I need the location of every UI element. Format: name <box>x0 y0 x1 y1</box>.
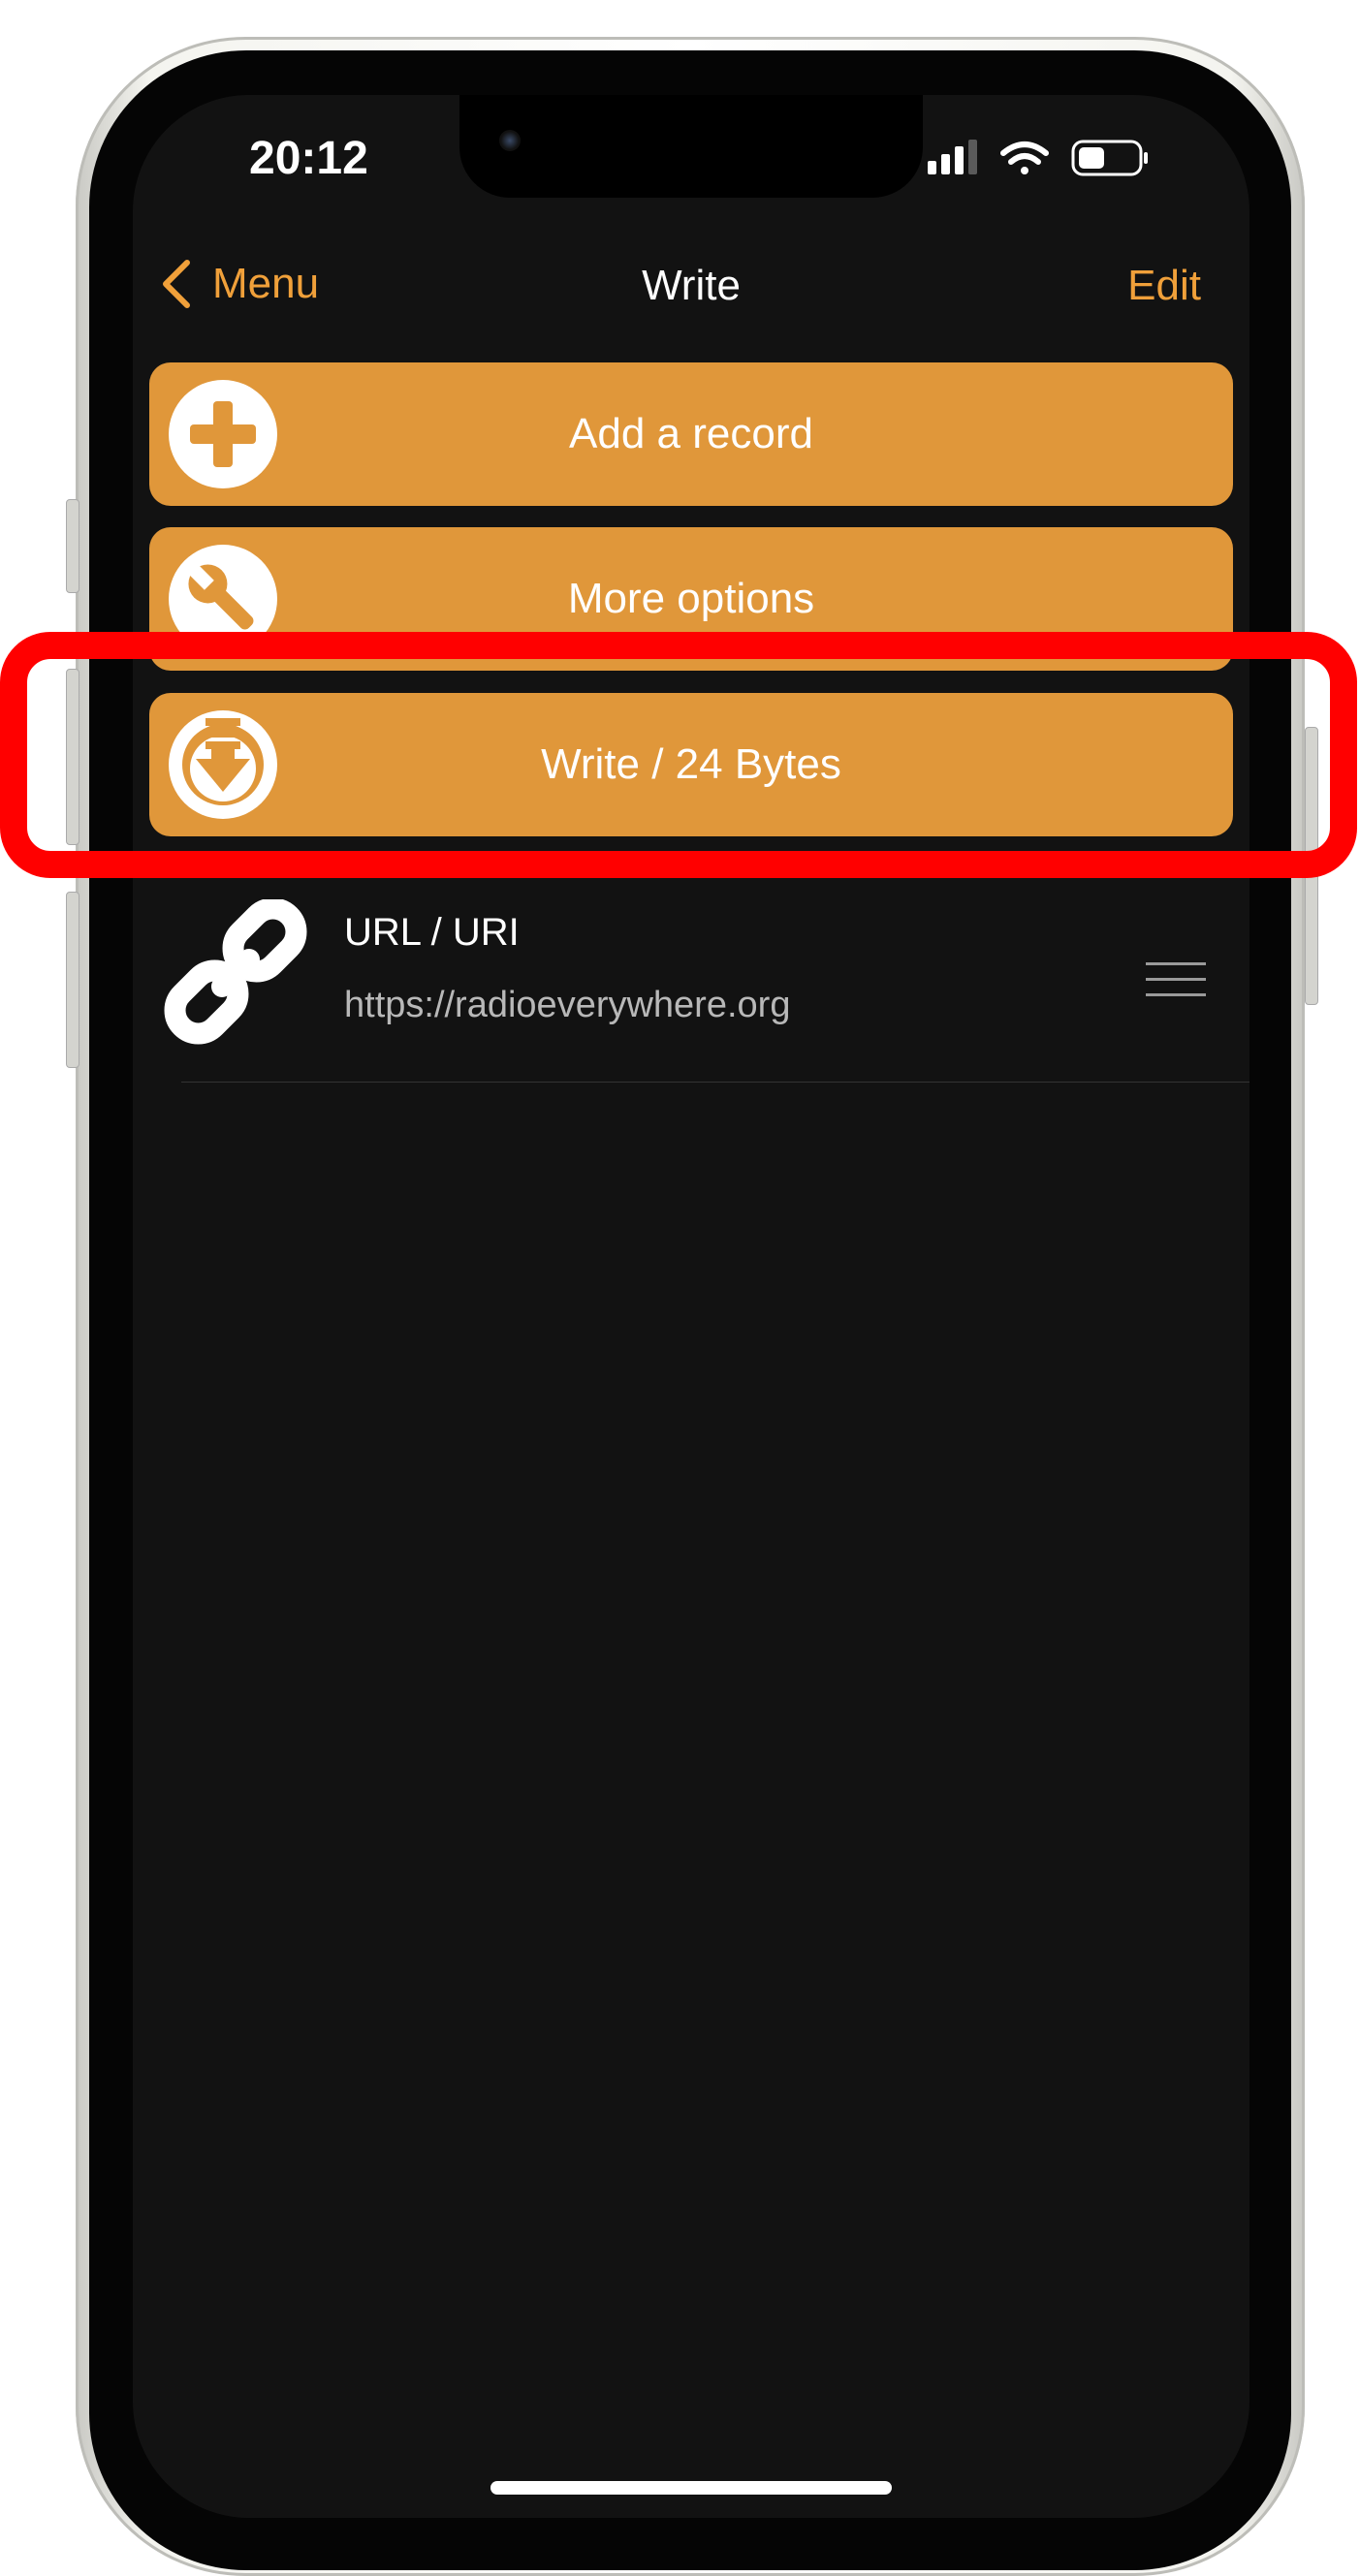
status-time: 20:12 <box>249 133 368 184</box>
link-icon <box>164 899 307 1045</box>
notch <box>459 95 923 198</box>
reorder-handle-icon[interactable] <box>1146 960 1206 999</box>
edit-button[interactable]: Edit <box>1127 262 1201 310</box>
page-title: Write <box>642 262 741 309</box>
volume-up-button <box>66 669 79 845</box>
wifi-icon <box>1000 141 1049 174</box>
app-screen: 20:12 Menu Write Edit Add a record More … <box>133 95 1249 2518</box>
more-options-button[interactable]: More options <box>149 527 1233 671</box>
record-row[interactable]: URL / URI https://radioeverywhere.org <box>133 890 1249 1054</box>
record-value: https://radioeverywhere.org <box>344 985 791 1025</box>
record-divider <box>181 1082 1249 1083</box>
more-options-label: More options <box>567 575 815 622</box>
volume-down-button <box>66 892 79 1068</box>
write-button[interactable]: Write / 24 Bytes <box>149 693 1233 836</box>
home-indicator[interactable] <box>490 2481 892 2495</box>
cellular-signal-icon <box>928 140 977 174</box>
record-type: URL / URI <box>344 911 520 954</box>
battery-icon <box>1071 140 1148 176</box>
mute-switch <box>66 499 79 593</box>
add-record-label: Add a record <box>569 410 813 457</box>
write-label: Write / 24 Bytes <box>541 740 841 788</box>
status-icons <box>928 140 1148 176</box>
front-camera <box>499 130 521 151</box>
add-record-button[interactable]: Add a record <box>149 362 1233 506</box>
power-button <box>1305 727 1318 1005</box>
